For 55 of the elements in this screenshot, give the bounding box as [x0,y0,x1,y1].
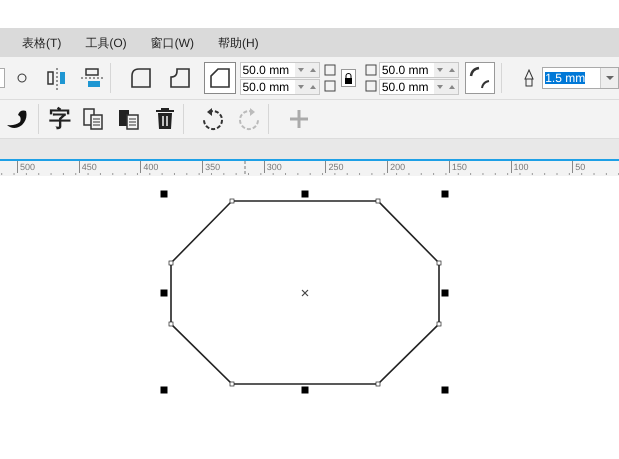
corner-icon [128,66,153,90]
input-field[interactable] [0,68,5,88]
selection-handle[interactable] [442,290,448,296]
menu-item[interactable]: 窗口(W) [150,34,194,52]
lock-button[interactable] [341,69,356,87]
number-field[interactable]: 50.0 mm [240,62,320,78]
outline-width-value: 1.5 mm [545,72,586,84]
center-mark-icon [301,289,309,297]
spin-arrows-icon[interactable] [294,62,318,76]
ruler-label: 250 [325,161,388,173]
spin-arrows-icon[interactable] [294,80,318,94]
selection-handle[interactable] [160,386,168,394]
outline-width-combo[interactable]: 1.5 mm [542,67,619,89]
ruler-label: 450 [78,161,140,173]
corner-link-icon [322,62,336,94]
text-tool-icon[interactable]: 字 [49,108,71,130]
undo-icon[interactable] [200,106,226,132]
corner-icon [208,66,232,90]
selection-handle[interactable] [160,190,168,198]
number-field[interactable]: 50.0 mm [378,78,459,94]
ruler-label: 300 [264,161,326,173]
menu-item[interactable]: 表格(T) [22,34,62,52]
ruler-label: 400 [140,161,202,173]
paste-icon[interactable] [117,107,141,131]
menu-item[interactable]: 帮助(H) [218,34,259,52]
pen-nib-icon [524,69,534,87]
ruler-label: 350 [202,161,264,173]
flip-icon[interactable] [80,66,104,90]
corner-link-icon [364,62,378,94]
ruler-label: 150 [448,161,510,173]
selection-handle[interactable] [160,290,168,296]
spin-arrows-icon[interactable] [434,62,458,76]
circle-icon[interactable] [16,73,27,83]
spin-arrows-icon[interactable] [434,80,458,94]
corner-icon [168,66,192,90]
selection-handle[interactable] [302,386,308,394]
plus-icon[interactable] [289,109,309,129]
corner-button[interactable] [204,62,236,94]
number-field[interactable]: 50.0 mm [240,78,320,94]
corner-scale-button[interactable] [464,62,496,94]
ruler-label: 100 [510,161,572,173]
number-field[interactable]: 50.0 mm [378,62,459,78]
copy-icon[interactable] [81,107,105,131]
ruler-label: 500 [17,161,79,173]
lock-icon [344,72,354,84]
selection-handle[interactable] [442,190,448,198]
ruler-label: 50 [572,161,619,173]
selection-handle[interactable] [302,190,308,198]
redo-icon[interactable] [236,106,262,132]
trash-icon[interactable] [153,107,177,131]
ruler-label: 200 [387,161,449,173]
dropdown-button[interactable] [600,68,618,88]
caret-icon [606,76,614,80]
selection-handle[interactable] [442,386,448,394]
menu-item[interactable]: 工具(O) [85,34,127,52]
